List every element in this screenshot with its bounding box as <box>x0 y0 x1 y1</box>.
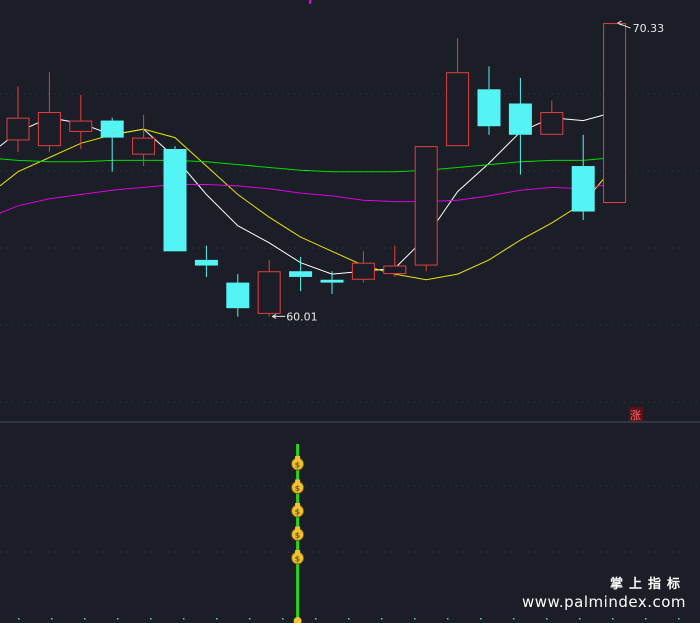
axis-dot <box>84 618 86 620</box>
axis-dot <box>216 618 218 620</box>
axis-dot <box>51 618 53 620</box>
candle-body-up <box>37 112 61 147</box>
high-price-label: 70.33 <box>633 22 665 35</box>
ma-line <box>0 128 615 281</box>
money-bag-icon: $ <box>291 503 305 518</box>
candlestick-chart: 70.33 60.01 涨 $ $ $ $ $ <box>0 0 700 623</box>
money-bag-symbol: $ <box>295 508 301 517</box>
candle <box>540 100 564 135</box>
candles <box>6 23 627 317</box>
axis-dot <box>579 618 581 620</box>
axis-dot <box>513 618 515 620</box>
candle-body-up <box>540 112 564 135</box>
brand-url: www.palmindex.com <box>521 593 686 611</box>
axis-dot <box>612 618 614 620</box>
top-marker <box>309 0 311 4</box>
axis-dot <box>678 618 680 620</box>
axis-dot <box>117 618 119 620</box>
candle-body-up <box>383 265 407 275</box>
money-bag-icon: $ <box>291 456 305 471</box>
candle-body-down <box>289 271 313 277</box>
grid-lines <box>0 0 700 620</box>
moving-average-lines <box>0 111 615 281</box>
candle <box>508 77 532 175</box>
axis-dot <box>183 618 185 620</box>
money-bag-icon: $ <box>291 479 305 494</box>
money-bag-symbol: $ <box>295 555 301 564</box>
money-bag-tie <box>295 550 301 553</box>
candle <box>571 134 595 221</box>
axis-dot <box>282 618 284 620</box>
candle-body-down <box>163 148 187 252</box>
candle-body-up <box>257 271 281 314</box>
candle <box>477 66 501 135</box>
candle <box>257 259 281 317</box>
candle-body-down <box>508 103 532 135</box>
candle <box>226 274 250 317</box>
axis-dot <box>18 618 20 620</box>
money-bag-tie <box>295 479 301 483</box>
axis-dot <box>348 618 350 620</box>
money-bag-symbol: $ <box>295 461 301 470</box>
candle-body-up <box>69 120 93 132</box>
money-bag-icon: $ <box>291 526 305 541</box>
axis-dot <box>414 618 416 620</box>
candle-body-up <box>414 146 438 266</box>
money-bag-icon: $ <box>291 550 305 565</box>
axis-dot <box>546 618 548 620</box>
candle <box>603 23 627 203</box>
candle-body-down <box>571 166 595 212</box>
money-bag-tie <box>295 503 301 506</box>
candle-body-up <box>6 117 30 141</box>
candle-body-up <box>446 72 470 147</box>
ma-line <box>0 157 615 173</box>
axis-dot <box>480 618 482 620</box>
indicator-panel: $ $ $ $ $ <box>291 444 305 623</box>
candle-body-up <box>603 23 627 203</box>
candle-body-down <box>226 282 250 309</box>
axis-dot <box>447 618 449 620</box>
axis-dot <box>249 618 251 620</box>
candle <box>446 38 470 147</box>
candle <box>289 257 313 292</box>
ma-line <box>0 182 615 214</box>
axis-dot <box>381 618 383 620</box>
candle <box>414 146 438 272</box>
candle <box>351 251 375 283</box>
candle-body-down <box>477 89 501 127</box>
axis-dot <box>315 618 317 620</box>
candle-body-down <box>320 279 344 283</box>
candle-body-up <box>351 262 375 280</box>
rise-marker: 涨 <box>630 409 641 422</box>
money-bag-icon <box>293 617 302 623</box>
money-bag-tie <box>295 456 301 459</box>
candle-body-down <box>100 120 124 138</box>
candle-body-up <box>132 137 156 155</box>
candle-body-down <box>194 259 218 266</box>
candle <box>132 114 156 167</box>
brand-name: 掌上指标 <box>609 577 686 592</box>
candle <box>6 86 30 152</box>
low-arrow <box>271 313 286 319</box>
money-bag-symbol: $ <box>295 484 301 493</box>
candle <box>194 245 218 277</box>
candle <box>320 271 344 294</box>
money-bag-tie <box>295 526 301 530</box>
candle <box>163 146 187 252</box>
low-price-label: 60.01 <box>286 310 318 323</box>
axis-dot <box>150 618 152 620</box>
money-bag-symbol: $ <box>295 531 301 540</box>
candle <box>37 72 61 152</box>
candle <box>100 117 124 172</box>
axis-dot <box>645 618 647 620</box>
